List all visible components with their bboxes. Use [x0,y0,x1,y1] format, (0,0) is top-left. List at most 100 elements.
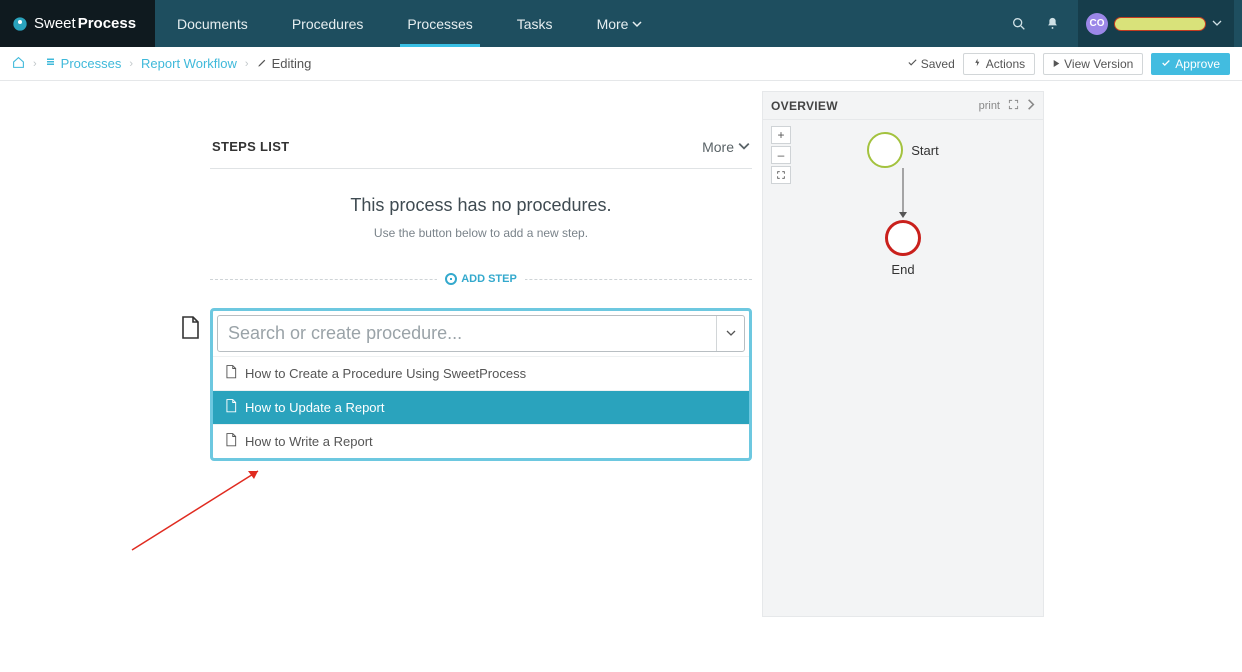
dropdown-option[interactable]: How to Create a Procedure Using SweetPro… [213,356,749,390]
bell-icon[interactable] [1045,16,1060,31]
breadcrumb-processes[interactable]: Processes [45,56,122,71]
flow-start: Start [867,132,938,168]
chevron-right-icon: › [245,58,249,70]
dropdown-option-label: How to Write a Report [245,434,373,449]
nav-tasks[interactable]: Tasks [495,0,575,47]
nav-documents-label: Documents [177,16,248,32]
nav-procedures-label: Procedures [292,16,364,32]
search-icon[interactable] [1011,16,1027,32]
topbar-right: CO [1011,0,1242,47]
actions-button[interactable]: Actions [963,53,1035,75]
empty-title: This process has no procedures. [210,195,752,216]
check-icon [1161,57,1171,71]
brand-icon [12,16,28,32]
flow-connector [897,168,909,220]
overview-header: OVERVIEW print [763,92,1043,120]
start-label: Start [911,143,938,158]
expand-icon[interactable] [1008,97,1019,115]
avatar-initials: CO [1090,18,1105,29]
dropdown-option[interactable]: How to Write a Report [213,424,749,458]
actions-label: Actions [986,57,1025,71]
add-step-button[interactable]: ADD STEP [437,273,525,285]
view-version-button[interactable]: View Version [1043,53,1143,75]
print-button[interactable]: print [979,100,1000,112]
document-icon [180,316,200,345]
steps-more-menu[interactable]: More [702,139,750,155]
dropdown-option-label: How to Create a Procedure Using SweetPro… [245,366,526,381]
chevron-right-icon: › [129,58,133,70]
check-icon [907,57,918,71]
flow-diagram: Start End [763,132,1043,277]
flow-end: End [885,220,921,277]
top-nav: SweetProcess Documents Procedures Proces… [0,0,1242,47]
nav-documents[interactable]: Documents [155,0,270,47]
steps-more-label: More [702,139,734,155]
breadcrumb-current: Editing [257,56,312,71]
document-icon [225,433,237,450]
approve-button[interactable]: Approve [1151,53,1230,75]
avatar: CO [1086,13,1108,35]
chevron-right-icon: › [33,58,37,70]
dropdown-toggle[interactable] [716,316,744,351]
brand-bold: Process [78,15,136,32]
overview-title: OVERVIEW [771,99,838,113]
brand-light: Sweet [34,15,76,32]
home-icon [12,56,25,72]
empty-subtitle: Use the button below to add a new step. [210,226,752,240]
breadcrumb-home[interactable] [12,56,25,72]
chevron-right-icon[interactable] [1027,97,1035,115]
dropdown-option-label: How to Update a Report [245,400,384,415]
user-menu[interactable]: CO [1078,0,1234,47]
end-label: End [891,262,914,277]
nav-processes[interactable]: Processes [385,0,494,47]
play-icon [1053,57,1060,71]
plus-circle-icon [445,273,457,285]
add-step-label: ADD STEP [461,273,517,285]
subheader: › Processes › Report Workflow › Editing … [0,47,1242,81]
steps-column: STEPS LIST More This process has no proc… [210,91,752,617]
nav-processes-label: Processes [407,16,472,32]
document-icon [225,365,237,382]
end-node[interactable] [885,220,921,256]
procedure-search-row [217,315,745,352]
breadcrumb-current-label: Editing [272,56,312,71]
add-step-divider: ADD STEP [210,270,752,288]
stack-icon [45,56,57,71]
breadcrumb-workflow[interactable]: Report Workflow [141,56,237,71]
primary-nav: Documents Procedures Processes Tasks Mor… [155,0,664,47]
brand[interactable]: SweetProcess [0,0,155,47]
breadcrumb: › Processes › Report Workflow › Editing [12,56,311,72]
dropdown-option[interactable]: How to Update a Report [213,390,749,424]
user-name-redacted [1114,17,1206,31]
chevron-down-icon [738,139,750,155]
nav-more-label: More [597,16,629,32]
brand-text: SweetProcess [34,15,136,32]
start-node[interactable] [867,132,903,168]
bolt-icon [973,57,982,71]
procedure-dropdown: How to Create a Procedure Using SweetPro… [210,308,752,461]
pencil-icon [257,56,268,71]
chevron-down-icon [1212,15,1222,33]
chevron-down-icon [726,325,736,343]
approve-label: Approve [1175,57,1220,71]
breadcrumb-workflow-label: Report Workflow [141,56,237,71]
document-icon [225,399,237,416]
procedure-search-block: How to Create a Procedure Using SweetPro… [210,308,752,461]
content: STEPS LIST More This process has no proc… [0,81,1242,617]
steps-title: STEPS LIST [212,139,289,154]
steps-header: STEPS LIST More [210,125,752,169]
procedure-search-input[interactable] [218,316,716,351]
breadcrumb-processes-label: Processes [61,56,122,71]
overview-header-actions: print [979,97,1035,115]
nav-tasks-label: Tasks [517,16,553,32]
nav-procedures[interactable]: Procedures [270,0,386,47]
empty-state: This process has no procedures. Use the … [210,169,752,240]
subheader-actions: Saved Actions View Version Approve [907,53,1230,75]
saved-status: Saved [907,57,955,71]
overview-panel: OVERVIEW print + – Start En [762,91,1044,617]
view-version-label: View Version [1064,57,1133,71]
nav-more[interactable]: More [575,0,665,47]
dropdown-list: How to Create a Procedure Using SweetPro… [213,356,749,458]
saved-label: Saved [921,57,955,71]
chevron-down-icon [632,16,642,32]
